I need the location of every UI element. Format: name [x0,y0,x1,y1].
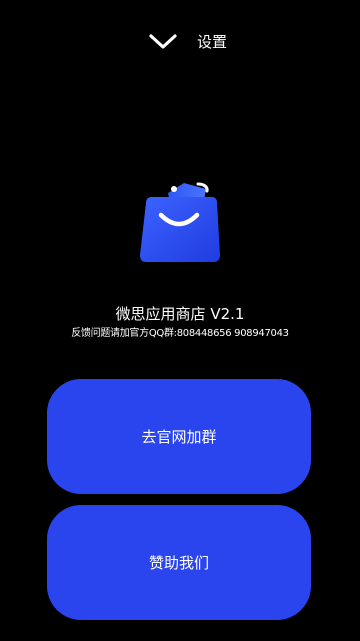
sponsor-button[interactable]: 赞助我们 [47,505,311,620]
top-bar: 设置 [0,22,360,62]
page-title: 设置 [197,33,228,51]
shopping-bag-icon [140,182,220,262]
app-logo [134,175,224,270]
visit-website-button[interactable]: 去官网加群 [47,379,311,494]
app-name-version: 微思应用商店 V2.1 [115,305,245,323]
chevron-down-icon [149,34,177,49]
back-button[interactable] [143,26,183,58]
feedback-info: 反馈问题请加官方QQ群:808448656 908947043 [71,328,289,339]
